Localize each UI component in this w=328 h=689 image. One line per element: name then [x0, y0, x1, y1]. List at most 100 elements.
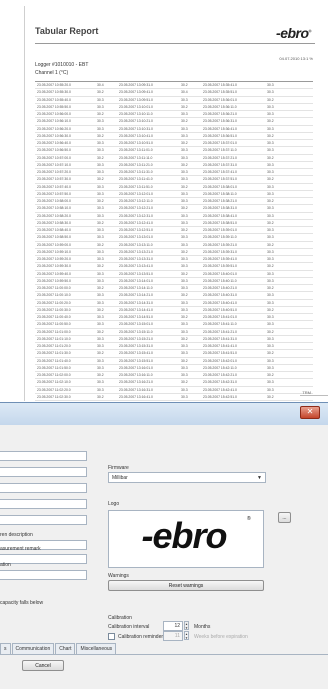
measurement-remark-field[interactable]: [0, 554, 87, 564]
table-cell: 30.3: [181, 257, 188, 261]
table-cell: 30.2: [97, 112, 104, 116]
left-field-1[interactable]: [0, 451, 87, 461]
left-field-2[interactable]: [0, 467, 87, 477]
tab-miscellaneous[interactable]: Miscellaneous: [76, 643, 117, 654]
table-cell: 30.2: [181, 104, 188, 109]
table-cell: 30.3: [181, 242, 188, 247]
table-cell: 30.3: [97, 387, 104, 392]
table-cell: 30.2: [181, 249, 188, 254]
table-row: 23.05.2007 10:59:30.0 30.2 23.05.2007 13:1…: [35, 263, 313, 271]
table-cell: 23.05.2007 13:13:41.0: [119, 264, 153, 269]
table-cell: 23.05.2007 15:41:41.0: [203, 344, 237, 348]
table-cell: 30.3: [267, 278, 274, 283]
table-cell: 30.3: [267, 293, 274, 298]
table-cell: 23.05.2007 10:57:50.0: [37, 191, 71, 196]
table-cell: 30.3: [267, 184, 274, 189]
capacity-label: capacity falls below: [0, 600, 44, 606]
table-cell: 30.2: [267, 264, 274, 269]
table-cell: 30.3: [97, 119, 104, 124]
table-cell: 30.2: [97, 220, 104, 225]
table-row: 23.05.2007 10:55:50.0 30.3 23.05.2007 13:1…: [35, 104, 313, 111]
table-row: 23.05.2007 10:56:10.0 30.3 23.05.2007 13:1…: [35, 118, 313, 126]
table-cell: 23.05.2007 13:15:21.0: [119, 336, 153, 341]
table-cell: 23.05.2007 15:37:31.0: [203, 162, 237, 167]
table-cell: 23.05.2007 15:41:21.0: [203, 329, 237, 334]
table-cell: 30.3: [97, 344, 104, 348]
reminder-weeks-stepper[interactable]: ▲ ▼: [184, 631, 189, 640]
table-row: 23.05.2007 11:01:50.0 30.3 23.05.2007 13:1…: [35, 365, 313, 372]
firmware-select[interactable]: Millibar ▼: [108, 472, 266, 483]
table-cell: 30.2: [97, 329, 104, 334]
table-cell: 23.05.2007 13:14:01.0: [119, 278, 153, 283]
table-cell: 30.3: [267, 235, 274, 240]
table-cell: 30.3: [97, 162, 104, 167]
table-cell: 23.05.2007 10:59:30.0: [37, 264, 71, 269]
table-cell: 23.05.2007 13:14:31.0: [119, 300, 153, 305]
table-cell: 30.2: [267, 329, 274, 334]
table-cell: 23.05.2007 10:56:30.0: [37, 133, 71, 138]
table-cell: 30.3: [181, 235, 188, 240]
table-cell: 30.4: [181, 90, 188, 95]
table-cell: 30.3: [267, 322, 274, 327]
tab-communication[interactable]: Communication: [11, 643, 55, 654]
table-cell: 23.05.2007 13:16:11.0: [119, 373, 153, 377]
firmware-value: Millibar: [112, 475, 128, 481]
table-cell: 23.05.2007 15:38:51.0: [203, 220, 237, 225]
table-cell: 30.3: [181, 199, 188, 203]
reset-warnings-button[interactable]: Reset warnings: [108, 580, 264, 591]
table-row: 23.05.2007 11:01:20.0 30.3 23.05.2007 13:1…: [35, 343, 313, 351]
tab-chart[interactable]: Chart: [55, 643, 76, 654]
logo-preview: -ebro ®: [108, 510, 264, 568]
table-cell: 23.05.2007 15:42:31.0: [203, 380, 237, 385]
calibration-reminder-checkbox[interactable]: [108, 633, 115, 640]
calibration-interval-label: Calibration interval: [108, 624, 150, 630]
tab-settings-partial[interactable]: s: [0, 643, 11, 654]
calibration-interval-input[interactable]: 12: [163, 621, 183, 631]
left-field-5[interactable]: [0, 515, 87, 525]
report-page: Tabular Report -ebro® 04.07.2010 13:1 % …: [24, 6, 325, 424]
warnings-label: Warnings: [108, 573, 129, 579]
table-cell: 30.2: [181, 380, 188, 385]
table-cell: 30.3: [267, 126, 274, 131]
table-cell: 23.05.2007 11:01:40.0: [37, 358, 71, 363]
table-row: 23.05.2007 10:55:40.0 30.3 23.05.2007 13:0…: [35, 97, 313, 104]
table-row: 23.05.2007 11:02:30.0 30.2 23.05.2007 13:1…: [35, 394, 313, 401]
table-row: 23.05.2007 11:02:10.0 30.3 23.05.2007 13:1…: [35, 379, 313, 387]
reminder-weeks-input[interactable]: 11: [163, 631, 183, 641]
table-row: 23.05.2007 10:58:00.0 30.2 23.05.2007 13:1…: [35, 198, 313, 206]
left-field-4[interactable]: [0, 499, 87, 509]
table-cell: 23.05.2007 11:01:30.0: [37, 351, 71, 356]
logo-label: Logo: [108, 501, 120, 507]
table-cell: 23.05.2007 13:11:11.0: [119, 155, 153, 160]
table-cell: 30.3: [97, 235, 104, 240]
table-cell: 23.05.2007 15:38:21.0: [203, 199, 237, 203]
table-cell: 30.3: [97, 380, 104, 385]
location-field[interactable]: [0, 570, 87, 580]
table-cell: 30.3: [97, 278, 104, 283]
table-cell: 30.3: [181, 170, 188, 174]
left-field-3[interactable]: [0, 483, 87, 493]
table-cell: 30.3: [181, 351, 188, 356]
table-cell: 23.05.2007 15:36:31.0: [203, 119, 237, 124]
table-cell: 23.05.2007 13:16:21.0: [119, 380, 153, 385]
table-cell: 23.05.2007 13:16:01.0: [119, 365, 153, 370]
table-cell: 23.05.2007 15:42:11.0: [203, 365, 237, 370]
logo-browse-button[interactable]: ...: [278, 512, 291, 523]
table-cell: 23.05.2007 15:37:11.0: [203, 148, 237, 153]
calibration-interval-stepper[interactable]: ▲ ▼: [184, 621, 189, 630]
report-logger-line: Logger #1010010 - EBT: [35, 62, 89, 68]
table-cell: 30.2: [181, 119, 188, 124]
table-row: 23.05.2007 10:56:30.0 30.2 23.05.2007 13:1…: [35, 133, 313, 140]
table-row: 23.05.2007 10:58:10.0 30.3 23.05.2007 13:1…: [35, 205, 313, 213]
table-cell: 30.2: [181, 315, 188, 319]
close-button[interactable]: ✕: [300, 406, 320, 419]
table-cell: 30.3: [267, 213, 274, 218]
table-row: 23.05.2007 11:00:20.0 30.3 23.05.2007 13:1…: [35, 300, 313, 307]
table-cell: 23.05.2007 13:11:21.0: [119, 162, 153, 167]
table-cell: 30.3: [267, 257, 274, 261]
table-cell: 30.3: [181, 387, 188, 392]
table-cell: 30.3: [181, 373, 188, 377]
table-cell: 23.05.2007 13:13:01.0: [119, 235, 153, 240]
cancel-button[interactable]: Cancel: [22, 660, 64, 671]
table-cell: 23.05.2007 11:00:10.0: [37, 293, 71, 298]
